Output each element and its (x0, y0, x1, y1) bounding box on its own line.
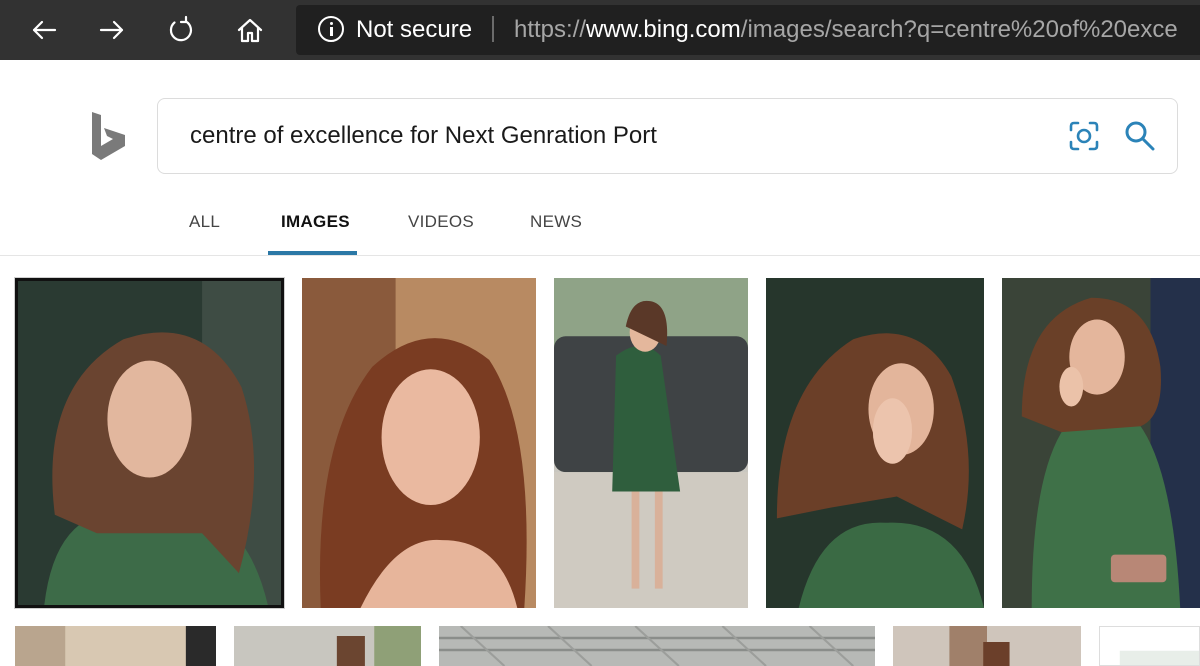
image-thumbnail (1002, 278, 1200, 608)
image-thumbnail (439, 626, 875, 666)
bing-logo-icon[interactable] (88, 108, 130, 162)
tab-all[interactable]: ALL (189, 211, 220, 233)
url-path: /images/search?q=centre%20of%20exce (740, 16, 1178, 43)
image-result[interactable] (766, 278, 984, 608)
image-result[interactable] (1099, 626, 1200, 666)
back-button[interactable] (22, 8, 66, 52)
image-result[interactable] (893, 626, 1081, 666)
image-thumbnail (234, 626, 421, 666)
image-thumbnail (1100, 627, 1199, 665)
image-result[interactable] (234, 626, 421, 666)
url-host: www.bing.com (586, 16, 741, 43)
image-thumbnail (766, 278, 984, 608)
refresh-icon (169, 15, 193, 42)
search-icon[interactable] (1122, 118, 1158, 154)
image-result[interactable] (554, 278, 748, 608)
home-icon (237, 18, 263, 43)
security-status[interactable]: Not secure (356, 16, 472, 44)
address-separator (492, 16, 494, 42)
forward-button[interactable] (90, 8, 134, 52)
home-button[interactable] (228, 8, 272, 52)
tab-news[interactable]: NEWS (530, 211, 582, 233)
search-input[interactable]: centre of excellence for Next Genration … (190, 121, 657, 151)
tab-images[interactable]: IMAGES (281, 211, 350, 233)
url-text[interactable]: https://www.bing.com/images/search?q=cen… (514, 16, 1178, 44)
image-result[interactable] (15, 278, 284, 608)
image-result[interactable] (302, 278, 536, 608)
image-result[interactable] (439, 626, 875, 666)
image-result[interactable] (15, 626, 216, 666)
image-thumbnail (18, 281, 281, 605)
refresh-button[interactable] (159, 8, 203, 52)
tab-videos[interactable]: VIDEOS (408, 211, 474, 233)
image-thumbnail (554, 278, 748, 608)
tabs-divider (0, 255, 1200, 256)
back-arrow-icon (32, 20, 57, 40)
image-thumbnail (893, 626, 1081, 666)
image-thumbnail (302, 278, 536, 608)
visual-search-icon[interactable] (1066, 118, 1102, 154)
image-thumbnail (15, 626, 216, 666)
forward-arrow-icon (99, 20, 124, 40)
image-result[interactable] (1002, 278, 1200, 608)
info-icon[interactable] (318, 16, 344, 42)
url-scheme: https:// (514, 16, 587, 43)
